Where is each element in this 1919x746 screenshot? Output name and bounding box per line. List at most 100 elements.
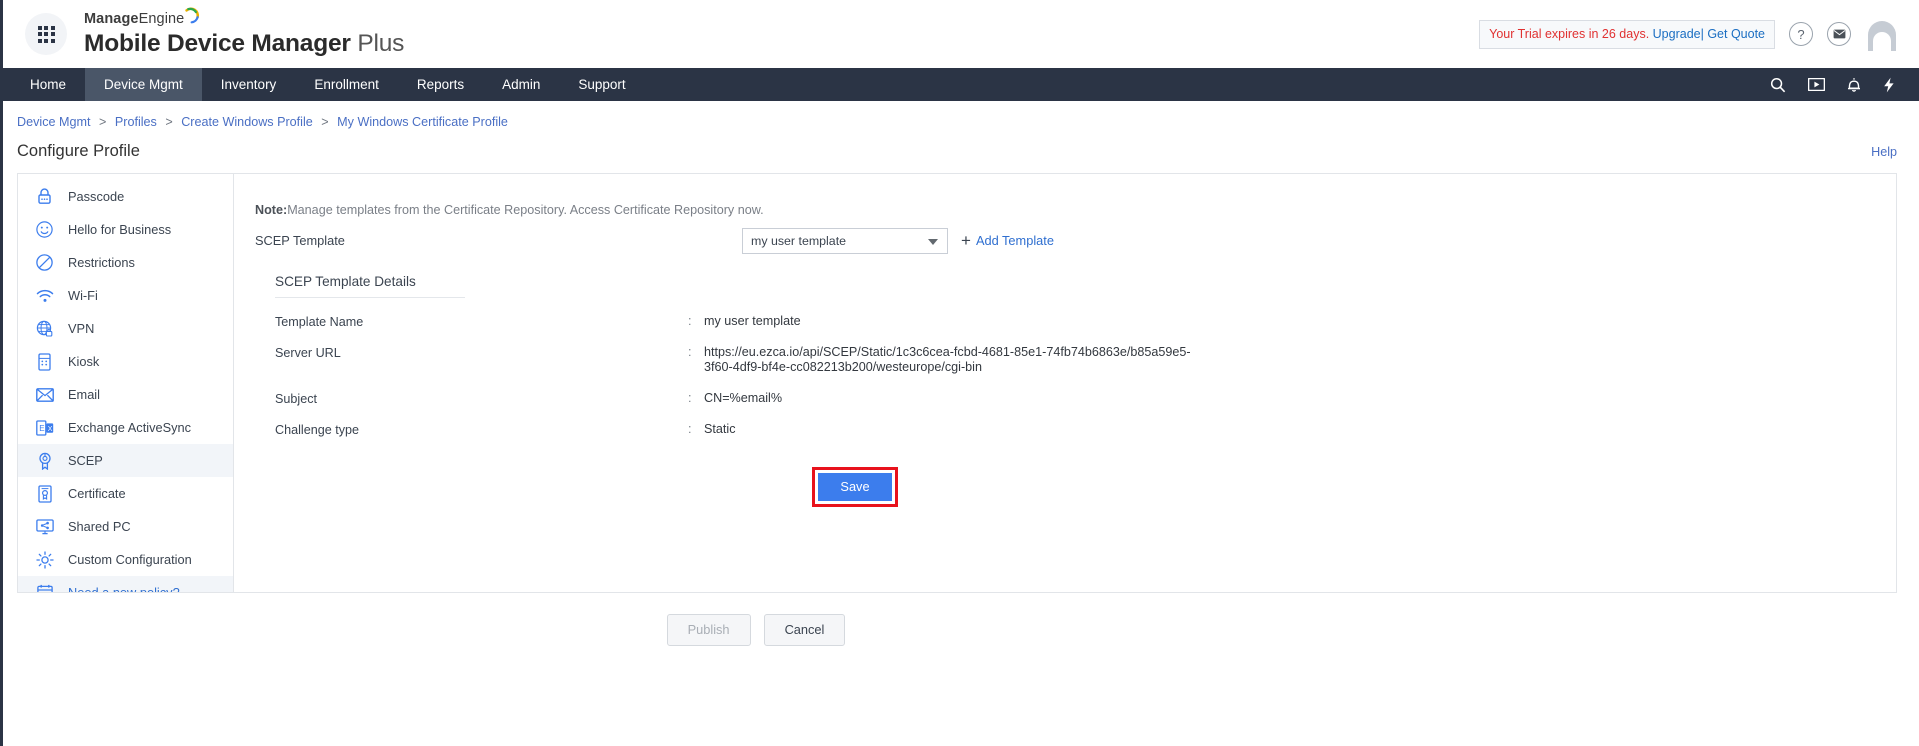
add-template-label: Add Template — [975, 233, 1054, 248]
breadcrumb-item-1[interactable]: Profiles — [115, 115, 157, 129]
upgrade-get-quote-link[interactable]: Upgrade| Get Quote — [1653, 27, 1765, 41]
brand: ManageEngine Mobile Device Manager Plus — [84, 7, 405, 58]
breadcrumb: Device Mgmt > Profiles > Create Windows … — [3, 101, 1919, 129]
detail-key: Template Name — [275, 315, 364, 329]
avatar[interactable] — [1865, 17, 1899, 51]
trial-banner[interactable]: Your Trial expires in 26 days. Upgrade| … — [1479, 19, 1775, 49]
page-header: Configure Profile Help — [3, 129, 1919, 161]
sidebar-item-label: Wi-Fi — [68, 288, 98, 303]
certificate-doc-icon — [35, 484, 54, 503]
sidebar-item-wifi[interactable]: Wi-Fi — [18, 279, 233, 312]
nav-item-enrollment[interactable]: Enrollment — [295, 68, 398, 101]
scep-template-controls: my user template + Add Template — [742, 227, 1054, 254]
help-icon-glyph: ? — [1797, 26, 1805, 42]
scep-template-selected-value: my user template — [751, 233, 847, 248]
quick-actions-bolt-icon[interactable] — [1883, 77, 1895, 93]
save-zone: Save — [234, 466, 1896, 507]
sidebar-item-label: Exchange ActiveSync — [68, 420, 192, 435]
sidebar-item-custom-configuration[interactable]: Custom Configuration — [18, 543, 233, 576]
help-link[interactable]: Help — [1871, 145, 1897, 159]
avatar-glyph — [1868, 21, 1896, 51]
detail-row-challenge-type: Challenge type : Static — [275, 422, 1475, 437]
nav-icon-group — [1770, 68, 1919, 101]
app-grid-icon[interactable] — [25, 13, 67, 55]
detail-key: Server URL — [275, 346, 341, 360]
nav-item-device-mgmt[interactable]: Device Mgmt — [85, 68, 202, 101]
page-title: Configure Profile — [17, 142, 140, 160]
sidebar-item-exchange-activesync[interactable]: EX Exchange ActiveSync — [18, 411, 233, 444]
scep-template-label: SCEP Template — [255, 233, 345, 248]
video-tutorial-icon[interactable] — [1808, 78, 1825, 91]
breadcrumb-sep-0: > — [98, 115, 107, 129]
scep-template-select[interactable]: my user template — [742, 227, 948, 254]
sidebar-item-email[interactable]: Email — [18, 378, 233, 411]
detail-colon: : — [688, 390, 692, 405]
save-button[interactable]: Save — [818, 472, 892, 501]
sidebar-item-hello-for-business[interactable]: Hello for Business — [18, 213, 233, 246]
sidebar-item-label: Restrictions — [68, 255, 135, 270]
scep-configuration-panel: Note:Manage templates from the Certifica… — [233, 173, 1897, 593]
nav-item-admin[interactable]: Admin — [483, 68, 559, 101]
form-footer: Publish Cancel — [3, 614, 1919, 646]
manageengine-swoosh-icon — [185, 7, 200, 24]
sidebar-item-restrictions[interactable]: Restrictions — [18, 246, 233, 279]
kiosk-device-icon — [35, 352, 54, 371]
mail-icon[interactable] — [1827, 22, 1851, 46]
certificate-seal-icon — [35, 451, 54, 470]
nav-item-inventory[interactable]: Inventory — [202, 68, 296, 101]
shared-pc-icon — [35, 517, 54, 536]
add-template-button[interactable]: + Add Template — [961, 232, 1054, 249]
envelope-glyph — [1833, 29, 1845, 39]
sidebar-item-label: Hello for Business — [68, 222, 172, 237]
repository-note: Note:Manage templates from the Certifica… — [234, 174, 1896, 217]
detail-key: Subject — [275, 391, 318, 406]
breadcrumb-item-2[interactable]: Create Windows Profile — [181, 115, 313, 129]
plus-icon: + — [961, 231, 971, 250]
scep-template-details-title: SCEP Template Details — [275, 274, 465, 298]
nav-item-home[interactable]: Home — [11, 68, 85, 101]
sidebar-item-passcode[interactable]: Passcode — [18, 180, 233, 213]
nav-item-reports[interactable]: Reports — [398, 68, 483, 101]
sidebar-item-label: Custom Configuration — [68, 552, 192, 567]
envelope-icon — [35, 385, 54, 404]
profile-payload-sidebar: Passcode Hello for Business Restrictions… — [17, 173, 233, 593]
note-label: Note: — [255, 203, 288, 217]
sidebar-item-label: Need a new policy? — [68, 585, 180, 593]
cancel-button[interactable]: Cancel — [763, 614, 846, 646]
sidebar-item-label: VPN — [68, 321, 95, 336]
nav-item-support[interactable]: Support — [559, 68, 644, 101]
sidebar-item-certificate[interactable]: Certificate — [18, 477, 233, 510]
notification-bell-icon[interactable] — [1847, 77, 1861, 93]
breadcrumb-item-0[interactable]: Device Mgmt — [17, 115, 90, 129]
exchange-icon: EX — [35, 418, 54, 437]
scep-template-row: SCEP Template my user template + Add Tem… — [234, 217, 1896, 254]
chevron-down-icon — [928, 238, 938, 245]
wifi-icon — [35, 286, 54, 305]
detail-value: Static — [704, 421, 736, 436]
sidebar-item-kiosk[interactable]: Kiosk — [18, 345, 233, 378]
sidebar-item-need-a-new-policy[interactable]: Need a new policy? — [18, 576, 233, 593]
sidebar-item-vpn[interactable]: VPN — [18, 312, 233, 345]
brand-manageengine: ManageEngine — [84, 7, 200, 28]
top-bar-actions: Your Trial expires in 26 days. Upgrade| … — [1479, 17, 1899, 51]
sidebar-item-label: Kiosk — [68, 354, 100, 369]
save-highlight-box: Save — [812, 466, 898, 507]
detail-value: my user template — [704, 314, 801, 328]
sidebar-item-label: Certificate — [68, 486, 126, 501]
gear-icon — [35, 550, 54, 569]
breadcrumb-item-3[interactable]: My Windows Certificate Profile — [337, 115, 508, 129]
search-icon[interactable] — [1770, 77, 1786, 93]
publish-button[interactable]: Publish — [666, 614, 751, 646]
sidebar-item-scep[interactable]: SCEP — [18, 444, 233, 477]
brand-engine: Engine — [138, 11, 185, 28]
help-icon[interactable]: ? — [1789, 22, 1813, 46]
lock-icon — [35, 187, 54, 206]
product-name-suffix: Plus — [357, 30, 405, 58]
brand-manage: Manage — [84, 11, 139, 28]
top-bar: ManageEngine Mobile Device Manager Plus … — [3, 0, 1919, 68]
note-text: Manage templates from the Certificate Re… — [287, 203, 764, 217]
detail-row-subject: Subject : CN=%email% — [275, 391, 1475, 406]
breadcrumb-sep-1: > — [165, 115, 173, 129]
app-grid-glyph — [37, 25, 55, 43]
sidebar-item-shared-pc[interactable]: Shared PC — [18, 510, 233, 543]
